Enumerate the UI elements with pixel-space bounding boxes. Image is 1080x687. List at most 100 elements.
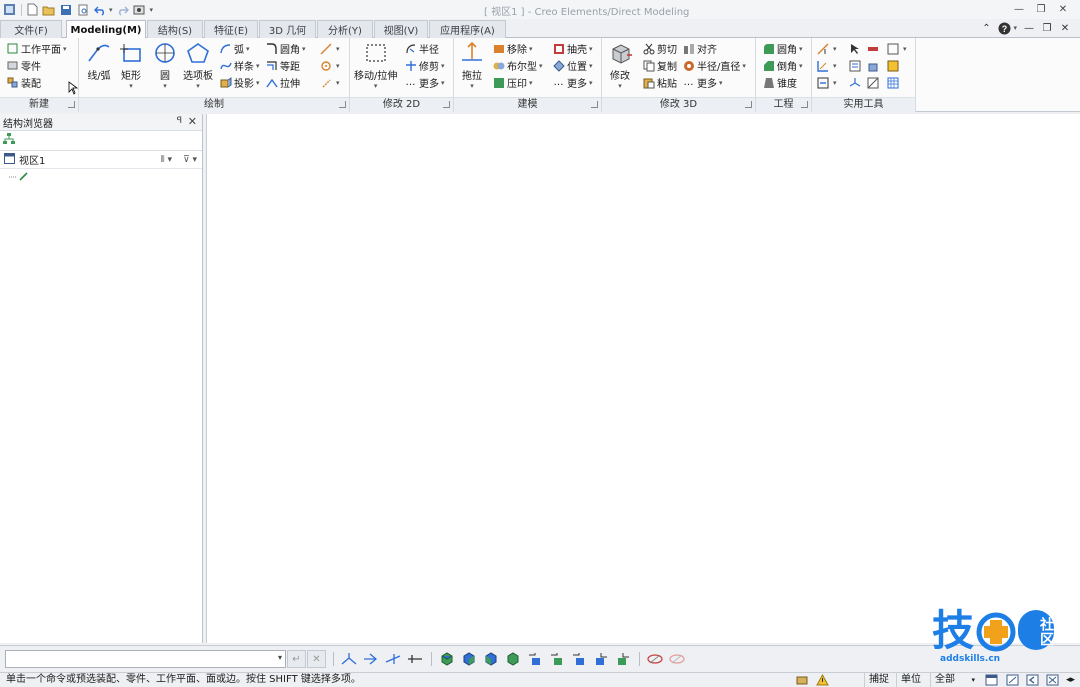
fillet-3d-button[interactable]: 圆角 ▾ [762,40,803,57]
view-back-button[interactable] [459,650,479,668]
window-layout-3-icon[interactable] [1026,674,1039,687]
redo-icon[interactable] [116,2,131,17]
doc-minimize-button[interactable]: — [1020,20,1038,36]
tab-analysis[interactable]: 分析(Y) [317,20,373,38]
line-arc-button[interactable]: 线/弧 [85,40,113,82]
section-tool-button[interactable] [866,74,881,91]
paste-button[interactable]: 粘贴 [642,74,677,91]
group-launcher-icon[interactable] [801,101,808,108]
inquire-tool-button[interactable]: ▾ [816,57,837,74]
view-iso-3-button[interactable] [613,650,633,668]
radius-diameter-button[interactable]: 半径/直径 ▾ [682,57,746,74]
more-build-button[interactable]: … 更多 ▾ [552,74,593,91]
view-top-button[interactable] [525,650,545,668]
view-left-button[interactable] [481,650,501,668]
close-button[interactable]: ✕ [1052,1,1074,17]
window-layout-4-icon[interactable] [1046,674,1059,687]
view-tool-1-button[interactable] [339,650,359,668]
rectangle-button[interactable]: 矩形 ▾ [117,40,145,90]
window-layout-2-icon[interactable] [1006,674,1019,687]
viewport-canvas[interactable] [206,114,1080,643]
help-dropdown-icon[interactable]: ▾ [1013,24,1017,32]
construction-tool-button[interactable]: ▾ [319,74,340,91]
remove-button[interactable]: 移除 ▾ [492,40,533,57]
view-right-button[interactable] [503,650,523,668]
group-launcher-icon[interactable] [68,101,75,108]
imprint-button[interactable]: 压印 ▾ [492,74,533,91]
snap-toggle[interactable]: 捕捉 [864,673,896,687]
triad-tool-button[interactable] [848,74,863,91]
close-panel-icon[interactable]: ✕ [188,115,197,128]
open-folder-icon[interactable] [41,2,56,17]
radius-button[interactable]: 半径 [404,40,439,57]
tab-structure[interactable]: 结构(S) [147,20,203,38]
undo-dropdown-icon[interactable]: ▾ [109,6,113,14]
select-tool-button[interactable] [848,40,863,57]
point-tool-button[interactable]: ▾ [319,57,340,74]
tab-file[interactable]: 文件(F) [0,20,62,38]
taper-button[interactable]: 锥度 [762,74,797,91]
ruler-tool-button[interactable] [866,40,881,57]
project-button[interactable]: 投影 ▾ [219,74,260,91]
position-button[interactable]: 位置 ▾ [552,57,593,74]
hidden-line-button[interactable] [667,650,687,668]
view-front-button[interactable] [437,650,457,668]
view-tool-3-button[interactable] [383,650,403,668]
property-tool-button[interactable] [848,57,863,74]
group-launcher-icon[interactable] [591,101,598,108]
table-tool-button[interactable] [886,74,901,91]
cut-button[interactable]: 剪切 [642,40,677,57]
filter-icon[interactable]: ⊽ ▾ [183,155,197,165]
circle-button[interactable]: 圆 ▾ [151,40,179,90]
copy-button[interactable]: 复制 [642,57,677,74]
minimize-button[interactable]: — [1008,1,1030,17]
command-history-dropdown-icon[interactable]: ▾ [278,653,282,662]
window-layout-1-icon[interactable] [985,674,998,687]
print-preview-icon[interactable] [75,2,90,17]
boolean-button[interactable]: 布尔型 ▾ [492,57,543,74]
modify-button[interactable]: 修改 ▾ [606,40,634,90]
trim-button[interactable]: 修剪 ▾ [404,57,445,74]
stretch-button[interactable]: 拉伸 [265,74,300,91]
settings-icon[interactable] [133,2,148,17]
new-file-icon[interactable] [24,2,39,17]
redraw-button[interactable] [645,650,665,668]
enter-command-button[interactable]: ↵ [287,650,306,668]
align-button[interactable]: 对齐 [682,40,717,57]
move-stretch-button[interactable]: 移动/拉伸 ▾ [354,40,397,90]
save-icon[interactable] [58,2,73,17]
tree-root-row[interactable]: 视区1 ⫴ ▾ ⊽ ▾ [0,151,202,169]
units-button[interactable]: 单位 [896,673,930,687]
tab-view[interactable]: 视图(V) [374,20,428,38]
group-launcher-icon[interactable] [339,101,346,108]
workplane-button[interactable]: 工作平面 ▾ [6,40,67,57]
customize-dropdown-icon[interactable]: ▾ [150,6,154,14]
arc-button[interactable]: 弧 ▾ [219,40,250,57]
view-tool-2-button[interactable] [361,650,381,668]
fillet-2d-button[interactable]: 圆角 ▾ [265,40,306,57]
more-2d-button[interactable]: … 更多 ▾ [404,74,445,91]
restore-button[interactable]: ❐ [1030,1,1052,17]
measure-tool-button[interactable]: ▾ [816,40,837,57]
clash-tool-button[interactable]: ▾ [816,74,837,91]
view-bottom-button[interactable] [547,650,567,668]
doc-restore-button[interactable]: ❐ [1038,20,1056,36]
tab-feature[interactable]: 特征(E) [204,20,258,38]
help-icon[interactable]: ? [995,20,1013,36]
group-launcher-icon[interactable] [745,101,752,108]
selection-filter-select[interactable]: 全部 ▾ [930,673,978,687]
group-launcher-icon[interactable] [443,101,450,108]
warning-icon[interactable] [816,673,829,687]
shell-button[interactable]: 抽壳 ▾ [552,40,593,57]
mass-tool-button[interactable] [866,57,881,74]
pin-icon[interactable]: ꟼ [177,116,182,126]
frame-tool-button[interactable]: ▾ [886,40,907,57]
columns-icon[interactable]: ⫴ ▾ [161,155,172,165]
tree-child-row[interactable] [0,169,202,183]
tab-3d-geometry[interactable]: 3D 几何 [259,20,316,38]
filter-dropdown-icon[interactable]: ▾ [971,673,975,687]
tab-applications[interactable]: 应用程序(A) [429,20,506,38]
color-tool-button[interactable] [886,57,901,74]
collapse-ribbon-icon[interactable]: ⌃ [977,20,995,36]
cancel-command-button[interactable]: ✕ [307,650,326,668]
